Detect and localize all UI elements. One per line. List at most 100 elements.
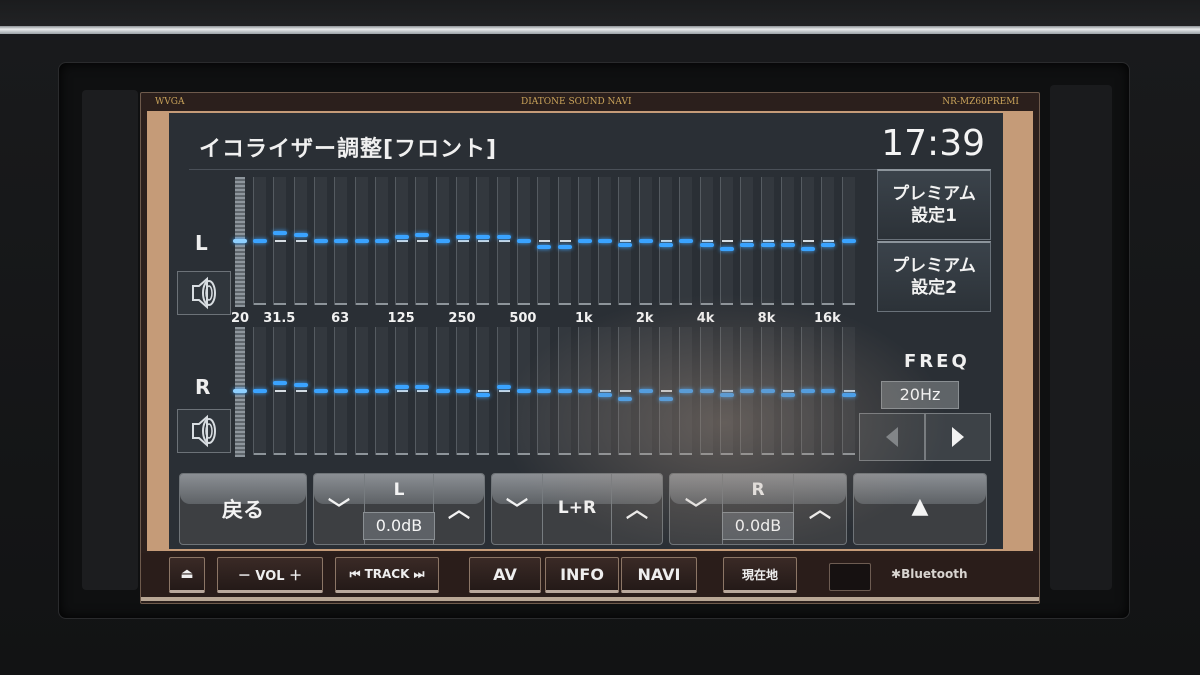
eq-knob-315[interactable]: [476, 235, 491, 239]
eq-knob-1.25k[interactable]: [598, 239, 613, 243]
eq-knob-25[interactable]: [253, 389, 267, 393]
eject-button[interactable]: ⏏: [169, 557, 205, 593]
eq-knob-100[interactable]: [374, 389, 389, 393]
eq-band-5k[interactable]: [719, 177, 734, 305]
eq-knob-40[interactable]: [293, 383, 308, 387]
eq-band-40[interactable]: [293, 177, 308, 305]
eq-knob-800[interactable]: [557, 245, 572, 249]
eq-band-200[interactable]: [435, 177, 450, 305]
eq-band-125[interactable]: [395, 327, 410, 455]
eq-band-31.5[interactable]: [273, 327, 288, 455]
current-location-button[interactable]: 現在地: [723, 557, 797, 593]
eq-band-3.15k[interactable]: [679, 177, 694, 305]
eq-knob-40[interactable]: [293, 233, 308, 237]
eq-band-100[interactable]: [374, 177, 389, 305]
eq-band-16k[interactable]: [821, 327, 836, 455]
eq-knob-12.5k[interactable]: [801, 389, 816, 393]
eq-knob-31.5[interactable]: [273, 381, 288, 385]
navi-button[interactable]: NAVI: [621, 557, 697, 593]
eq-band-125[interactable]: [395, 177, 410, 305]
eq-knob-500[interactable]: [516, 239, 531, 243]
eq-knob-2.5k[interactable]: [659, 243, 673, 247]
eq-knob-2k[interactable]: [638, 389, 653, 393]
eq-knob-315[interactable]: [476, 393, 491, 397]
both-down-button[interactable]: ﹀: [492, 474, 543, 544]
eq-graph-left[interactable]: [233, 177, 856, 307]
eq-knob-160[interactable]: [415, 233, 430, 237]
eq-knob-31.5[interactable]: [273, 231, 288, 235]
eq-band-10k[interactable]: [780, 327, 795, 455]
eq-knob-50[interactable]: [313, 389, 328, 393]
eq-band-25[interactable]: [253, 327, 267, 455]
eq-band-1k[interactable]: [577, 177, 592, 305]
eq-band-63[interactable]: [334, 327, 349, 455]
freq-prev-button[interactable]: [859, 413, 925, 461]
eq-band-12.5k[interactable]: [801, 177, 816, 305]
back-button[interactable]: 戻る: [179, 473, 307, 545]
eq-band-800[interactable]: [557, 327, 572, 455]
eq-knob-125[interactable]: [395, 385, 410, 389]
eq-band-40[interactable]: [293, 327, 308, 455]
eq-knob-630[interactable]: [537, 389, 552, 393]
eq-band-20k[interactable]: [841, 327, 856, 455]
eq-knob-8k[interactable]: [760, 389, 775, 393]
eq-knob-200[interactable]: [435, 389, 450, 393]
eq-knob-3.15k[interactable]: [679, 239, 694, 243]
eq-knob-2k[interactable]: [638, 239, 653, 243]
eq-band-1.6k[interactable]: [618, 177, 633, 305]
eq-knob-25[interactable]: [253, 239, 267, 243]
eq-knob-16k[interactable]: [821, 389, 836, 393]
eq-band-1.25k[interactable]: [598, 177, 613, 305]
master-level-knob[interactable]: [233, 239, 247, 243]
av-button[interactable]: AV: [469, 557, 541, 593]
eq-knob-4k[interactable]: [699, 243, 714, 247]
eq-band-1.25k[interactable]: [598, 327, 613, 455]
eq-band-31.5[interactable]: [273, 177, 288, 305]
eq-knob-63[interactable]: [334, 389, 349, 393]
freq-next-button[interactable]: [925, 413, 991, 461]
eq-band-100[interactable]: [374, 327, 389, 455]
eq-band-63[interactable]: [334, 177, 349, 305]
eq-band-25[interactable]: [253, 177, 267, 305]
eq-band-2.5k[interactable]: [659, 327, 673, 455]
eq-band-10k[interactable]: [780, 177, 795, 305]
eq-band-315[interactable]: [476, 327, 491, 455]
eq-knob-12.5k[interactable]: [801, 247, 816, 251]
eq-knob-250[interactable]: [456, 235, 470, 239]
eq-knob-5k[interactable]: [719, 247, 734, 251]
eq-band-400[interactable]: [496, 177, 511, 305]
eq-knob-10k[interactable]: [780, 243, 795, 247]
eq-band-16k[interactable]: [821, 177, 836, 305]
eq-band-315[interactable]: [476, 177, 491, 305]
eq-band-630[interactable]: [537, 177, 552, 305]
eq-knob-16k[interactable]: [821, 243, 836, 247]
eq-knob-1k[interactable]: [577, 239, 592, 243]
eq-knob-2.5k[interactable]: [659, 397, 673, 401]
eq-knob-80[interactable]: [354, 389, 369, 393]
eq-band-6.3k[interactable]: [740, 177, 755, 305]
eq-knob-50[interactable]: [313, 239, 328, 243]
eq-band-630[interactable]: [537, 327, 552, 455]
eq-knob-250[interactable]: [456, 389, 470, 393]
eq-band-12.5k[interactable]: [801, 327, 816, 455]
eq-band-80[interactable]: [354, 177, 369, 305]
eq-band-5k[interactable]: [719, 327, 734, 455]
eq-knob-800[interactable]: [557, 389, 572, 393]
master-level-knob[interactable]: [233, 389, 247, 393]
eq-band-8k[interactable]: [760, 177, 775, 305]
eq-knob-4k[interactable]: [699, 389, 714, 393]
eq-band-2k[interactable]: [638, 327, 653, 455]
eq-band-400[interactable]: [496, 327, 511, 455]
info-button[interactable]: INFO: [545, 557, 619, 593]
eq-knob-160[interactable]: [415, 385, 430, 389]
eq-knob-63[interactable]: [334, 239, 349, 243]
eq-band-1k[interactable]: [577, 327, 592, 455]
eq-band-50[interactable]: [313, 327, 328, 455]
expand-button[interactable]: ▲: [853, 473, 987, 545]
eq-knob-400[interactable]: [496, 235, 511, 239]
eq-band-800[interactable]: [557, 177, 572, 305]
eq-knob-1k[interactable]: [577, 389, 592, 393]
right-down-button[interactable]: ﹀: [670, 474, 723, 544]
eq-band-20k[interactable]: [841, 177, 856, 305]
eq-band-160[interactable]: [415, 327, 430, 455]
